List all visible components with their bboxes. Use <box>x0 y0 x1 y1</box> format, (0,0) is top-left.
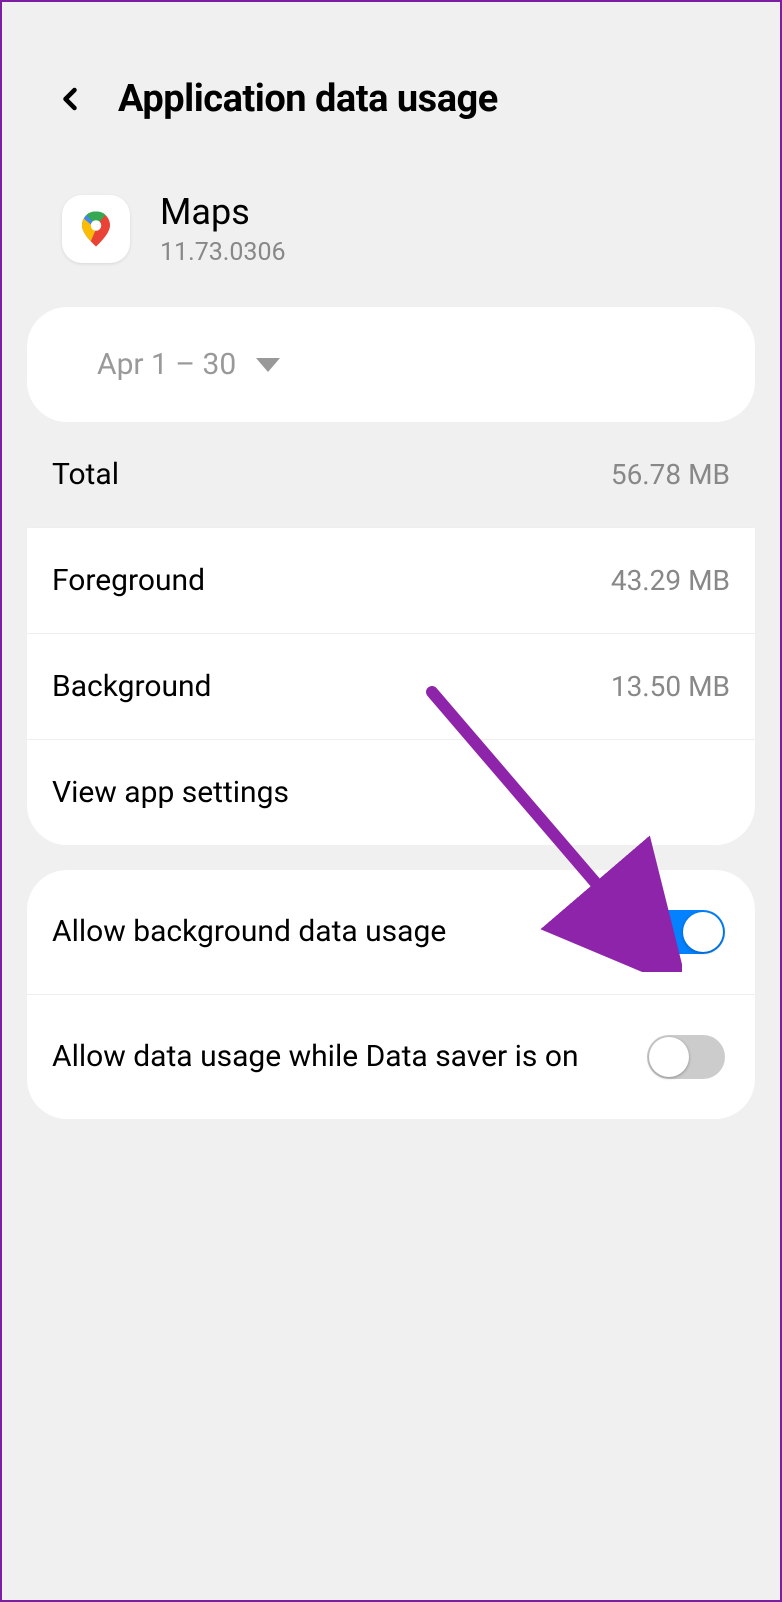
total-label: Total <box>52 457 119 492</box>
background-label: Background <box>52 669 211 704</box>
app-info: Maps 11.73.0306 <box>2 161 780 297</box>
background-data-row: Allow background data usage <box>27 870 755 995</box>
data-saver-toggle[interactable] <box>647 1035 725 1079</box>
background-row: Background 13.50 MB <box>27 634 755 740</box>
header: Application data usage <box>2 2 780 161</box>
toggle-knob <box>683 912 723 952</box>
toggle-card: Allow background data usage Allow data u… <box>27 870 755 1119</box>
date-range-selector[interactable]: Apr 1 – 30 <box>27 307 755 422</box>
background-value: 13.50 MB <box>611 670 730 703</box>
stats-card: Total 56.78 MB Foreground 43.29 MB Backg… <box>27 422 755 845</box>
toggle-knob <box>649 1037 689 1077</box>
page-title: Application data usage <box>118 77 498 121</box>
dropdown-icon <box>256 358 280 372</box>
background-data-label: Allow background data usage <box>52 912 647 953</box>
data-saver-row: Allow data usage while Data saver is on <box>27 995 755 1119</box>
total-row: Total 56.78 MB <box>27 422 755 528</box>
maps-app-icon <box>62 195 130 263</box>
view-app-settings[interactable]: View app settings <box>27 740 755 845</box>
foreground-row: Foreground 43.29 MB <box>27 528 755 634</box>
back-icon[interactable] <box>52 81 88 117</box>
date-range-text: Apr 1 – 30 <box>97 347 236 382</box>
foreground-value: 43.29 MB <box>611 564 730 597</box>
foreground-label: Foreground <box>52 563 205 598</box>
total-value: 56.78 MB <box>611 458 730 491</box>
data-saver-label: Allow data usage while Data saver is on <box>52 1037 647 1078</box>
background-data-toggle[interactable] <box>647 910 725 954</box>
app-version: 11.73.0306 <box>160 238 286 267</box>
app-name: Maps <box>160 191 286 233</box>
